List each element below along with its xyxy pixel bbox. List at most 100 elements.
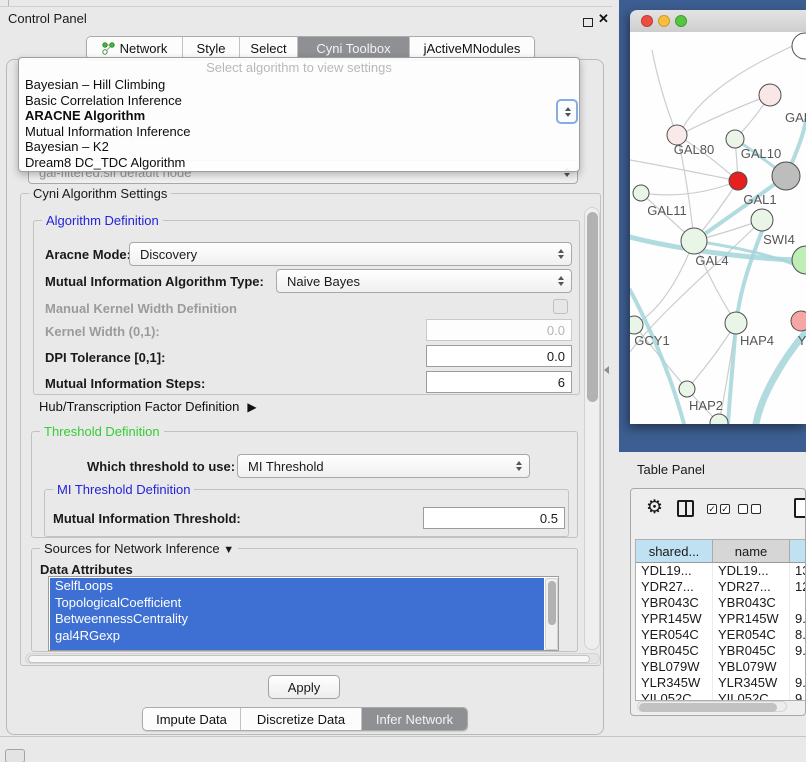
table-hscrollbar[interactable]: [637, 701, 787, 712]
table-row[interactable]: YIL052CYIL052C9.: [636, 691, 806, 701]
table-hscrollbar-thumb[interactable]: [639, 703, 777, 712]
tab-impute-data[interactable]: Impute Data: [143, 708, 241, 730]
network-node[interactable]: [710, 414, 728, 424]
tab-select[interactable]: Select: [240, 37, 298, 59]
show-columns-icon[interactable]: ✓ ✓: [707, 504, 730, 514]
attribute-item-topologicalcoefficient[interactable]: TopologicalCoefficient: [50, 595, 544, 612]
tab-cyni-toolbox[interactable]: Cyni Toolbox: [298, 37, 410, 59]
tab-infer-network[interactable]: Infer Network: [362, 708, 467, 730]
algorithm-option-basic-correlation-inference[interactable]: Basic Correlation Inference: [23, 93, 575, 109]
table-cell: YIL052C: [636, 691, 713, 701]
close-window-icon[interactable]: [641, 15, 653, 27]
corner-button[interactable]: [5, 749, 25, 762]
column-header-name[interactable]: name: [713, 540, 790, 562]
column-layout-icon[interactable]: [677, 500, 694, 517]
network-node-hap4[interactable]: [725, 312, 747, 334]
table-row[interactable]: YDR27...YDR27...12: [636, 579, 806, 595]
algorithm-option-bayesian-hill-climbing[interactable]: Bayesian – Hill Climbing: [23, 77, 575, 93]
kernel-width-field[interactable]: 0.0: [426, 319, 572, 341]
attribute-item-betweennesscentrality[interactable]: BetweennessCentrality: [50, 611, 544, 628]
table-row[interactable]: YER054CYER054C8.: [636, 627, 806, 643]
attribute-item-selfloops[interactable]: SelfLoops: [50, 578, 544, 595]
node-label: GAL4: [695, 253, 728, 268]
network-node-hap2[interactable]: [679, 381, 695, 397]
settings-hscrollbar-thumb[interactable]: [28, 655, 590, 663]
settings-scrollbar-thumb[interactable]: [587, 212, 598, 402]
table-row[interactable]: YPR145WYPR145W9.: [636, 611, 806, 627]
table-row[interactable]: YDL19...YDL19...13: [636, 563, 806, 579]
which-threshold-value: MI Threshold: [248, 459, 324, 474]
gear-icon[interactable]: ⚙: [646, 497, 663, 519]
attributes-scrollbar-thumb[interactable]: [548, 581, 556, 625]
table-row[interactable]: YLR345WYLR345W9.: [636, 675, 806, 691]
settings-hscrollbar[interactable]: [25, 653, 600, 664]
dpi-tolerance-field[interactable]: 0.0: [426, 345, 572, 367]
sources-title[interactable]: Sources for Network Inference ▼: [40, 541, 238, 556]
tab-network[interactable]: Network: [87, 37, 183, 59]
aracne-mode-combo[interactable]: Discovery: [129, 242, 572, 266]
column-header-a[interactable]: A: [790, 540, 806, 562]
hide-columns-icon[interactable]: [738, 504, 761, 514]
network-node-gal11[interactable]: [633, 185, 649, 201]
table-row[interactable]: YBR043CYBR043C: [636, 595, 806, 611]
network-node-gal[interactable]: [759, 84, 781, 106]
tab-discretize-data[interactable]: Discretize Data: [241, 708, 362, 730]
network-node-gal1[interactable]: [729, 172, 747, 190]
network-edge[interactable]: [641, 181, 738, 195]
threshold-definition-title: Threshold Definition: [40, 424, 164, 439]
network-edge[interactable]: [652, 50, 677, 135]
zoom-window-icon[interactable]: [675, 15, 687, 27]
sources-group: Sources for Network Inference ▼ Data Att…: [31, 548, 578, 652]
data-attributes-listbox[interactable]: SelfLoopsTopologicalCoefficientBetweenne…: [48, 576, 559, 651]
table-row[interactable]: YBL079WYBL079W: [636, 659, 806, 675]
control-panel-titlebar: Control Panel ✕: [0, 7, 612, 31]
close-panel-icon[interactable]: ✕: [598, 11, 609, 27]
node-table[interactable]: shared...nameA YDL19...YDL19...13YDR27..…: [635, 539, 806, 701]
unchecked-box-icon: [738, 504, 748, 514]
network-node[interactable]: [792, 33, 806, 59]
algorithm-option-aracne-algorithm[interactable]: ARACNE Algorithm: [23, 108, 575, 124]
network-edge-strong[interactable]: [630, 290, 684, 424]
network-graph[interactable]: GALGAL80GAL10GAL1GAL11GAL4SWI4GCY1HAP4YH…: [630, 32, 806, 424]
network-edge[interactable]: [687, 323, 736, 389]
algorithm-option-dream8-dc-tdc-algorithm[interactable]: Dream8 DC_TDC Algorithm: [23, 155, 575, 171]
table-cell: YDL19...: [636, 563, 713, 579]
network-node[interactable]: [751, 209, 773, 231]
network-icon: [102, 42, 115, 55]
panel-resize-handle[interactable]: [604, 366, 609, 374]
network-node[interactable]: [772, 162, 800, 190]
focused-combo-stepper[interactable]: [556, 99, 578, 124]
cyni-algorithm-settings-group: Cyni Algorithm Settings Algorithm Defini…: [20, 193, 601, 666]
attribute-item-gal4rgexp[interactable]: gal4RGexp: [50, 628, 544, 645]
float-panel-icon[interactable]: [583, 18, 593, 27]
minimize-window-icon[interactable]: [658, 15, 670, 27]
mi-algorithm-type-combo[interactable]: Naive Bayes: [276, 269, 572, 293]
algorithm-option-bayesian-k2[interactable]: Bayesian – K2: [23, 139, 575, 155]
which-threshold-combo[interactable]: MI Threshold: [237, 454, 530, 478]
mi-threshold-field[interactable]: 0.5: [423, 507, 565, 529]
settings-scrollbar[interactable]: [584, 207, 600, 650]
tab-jactivemnodules[interactable]: jActiveMNodules: [410, 37, 534, 59]
table-cell: 9.: [790, 675, 806, 691]
network-canvas[interactable]: GALGAL80GAL10GAL1GAL11GAL4SWI4GCY1HAP4YH…: [630, 32, 806, 424]
column-header-shared-[interactable]: shared...: [636, 540, 713, 562]
hub-tf-definition-toggle[interactable]: Hub/Transcription Factor Definition▶: [39, 399, 257, 414]
tab-style[interactable]: Style: [183, 37, 240, 59]
apply-button[interactable]: Apply: [268, 675, 340, 699]
table-cell: YPR145W: [636, 611, 713, 627]
network-node-gal4[interactable]: [681, 228, 707, 254]
network-node-y[interactable]: [791, 311, 806, 331]
document-icon[interactable]: [794, 498, 806, 518]
manual-kernel-width-checkbox[interactable]: [553, 299, 568, 314]
network-node-gcy1[interactable]: [630, 316, 643, 334]
network-window-titlebar[interactable]: [630, 10, 806, 33]
table-cell: 9.: [790, 643, 806, 659]
attributes-scrollbar[interactable]: [545, 578, 558, 650]
network-node-swi4[interactable]: [792, 246, 806, 274]
table-cell: 13: [790, 563, 806, 579]
tab-label: Cyni Toolbox: [316, 41, 390, 56]
network-edge[interactable]: [630, 160, 738, 181]
mi-steps-field[interactable]: 6: [426, 371, 572, 393]
algorithm-option-mutual-information-inference[interactable]: Mutual Information Inference: [23, 124, 575, 140]
table-row[interactable]: YBR045CYBR045C9.: [636, 643, 806, 659]
